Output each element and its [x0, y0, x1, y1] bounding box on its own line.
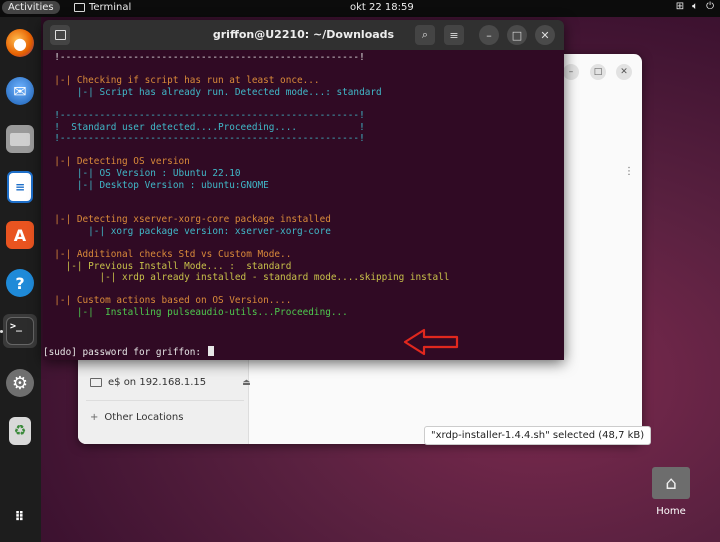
dock-item-help[interactable]: ?: [3, 266, 37, 300]
menu-button[interactable]: ≡: [444, 25, 464, 45]
power-icon: ⏻: [706, 1, 714, 12]
sidebar-item-label: e$ on 192.168.1.15: [108, 377, 207, 388]
terminal-line: |-| Installing pulseaudio-utils...Procee…: [43, 307, 348, 319]
terminal-line: !---------------------------------------…: [43, 52, 365, 63]
sidebar-item-network-share[interactable]: e$ on 192.168.1.15 ⏏: [90, 377, 251, 388]
terminal-line: !---------------------------------------…: [43, 109, 365, 121]
eject-icon[interactable]: ⏏: [242, 378, 251, 388]
volume-icon: 🔈︎: [692, 1, 699, 12]
terminal-line: |-| Additional checks Std vs Custom Mode…: [43, 249, 292, 261]
dock-item-settings[interactable]: ⚙: [3, 366, 37, 400]
search-button[interactable]: ⌕: [415, 25, 435, 45]
terminal-line: |-| xorg package version: xserver-xorg-c…: [43, 225, 331, 237]
dock-item-trash[interactable]: ♻: [3, 414, 37, 448]
sidebar-item-other-locations[interactable]: + Other Locations: [90, 412, 183, 423]
show-apps-button[interactable]: ⠿: [3, 500, 37, 534]
dock-item-terminal[interactable]: >_: [3, 314, 37, 348]
folder-icon: [90, 378, 102, 387]
home-folder-icon: ⌂: [652, 467, 690, 499]
terminal-line: |-| Desktop Version : ubuntu:GNOME: [43, 179, 269, 191]
clock[interactable]: okt 22 18:59: [350, 2, 414, 13]
terminal-line: |-| Previous Install Mode... : standard: [43, 260, 292, 272]
terminal-window[interactable]: griffon@U2210: ~/Downloads ⌕ ≡ – □ ✕ !--…: [43, 20, 564, 360]
annotation-arrow-icon: [403, 328, 459, 356]
document-icon: ≡: [7, 171, 33, 203]
terminal-header-bar[interactable]: griffon@U2210: ~/Downloads ⌕ ≡ – □ ✕: [43, 20, 564, 50]
terminal-line: |-| Checking if script has run at least …: [43, 75, 320, 87]
running-indicator: [0, 330, 3, 333]
terminal-prompt[interactable]: [sudo] password for griffon:: [43, 346, 214, 358]
help-icon: ?: [6, 269, 34, 297]
mail-icon: ✉: [6, 77, 34, 105]
hide-sidebar-icon[interactable]: ⋮: [624, 166, 634, 177]
gear-icon: ⚙: [6, 369, 34, 397]
text-cursor: [207, 346, 214, 356]
hamburger-icon: ≡: [449, 28, 459, 42]
store-icon: A: [6, 221, 34, 249]
plus-icon: +: [90, 412, 99, 423]
search-icon: ⌕: [421, 28, 429, 41]
dock-item-files[interactable]: [3, 122, 37, 156]
terminal-output[interactable]: !---------------------------------------…: [43, 52, 449, 319]
files-maximize-button[interactable]: □: [590, 64, 606, 80]
terminal-line: ! Standard user detected....Proceeding..…: [43, 121, 365, 133]
apps-grid-icon: ⠿: [14, 509, 26, 525]
app-name: Terminal: [89, 2, 132, 13]
terminal-line: |-| Script has already run. Detected mod…: [43, 86, 382, 98]
minimize-button[interactable]: –: [479, 25, 499, 45]
files-minimize-button[interactable]: –: [563, 64, 579, 80]
dock: ● ✉ ≡ A ? >_ ⚙ ♻ ⠿: [0, 17, 41, 542]
minimize-icon: –: [486, 28, 492, 42]
terminal-icon: >_: [6, 317, 34, 345]
close-button[interactable]: ✕: [535, 25, 555, 45]
selection-status: "xrdp-installer-1.4.4.sh" selected (48,7…: [424, 426, 652, 445]
terminal-line: |-| Detecting xserver-xorg-core package …: [43, 214, 331, 226]
prompt-text: [sudo] password for griffon:: [43, 347, 207, 358]
sidebar-divider: [86, 400, 244, 401]
desktop-home-shortcut[interactable]: ⌂ Home: [649, 467, 693, 517]
firefox-icon: ●: [6, 29, 34, 57]
terminal-line: |-| Detecting OS version: [43, 156, 190, 168]
app-menu[interactable]: Terminal: [74, 2, 131, 13]
dock-item-thunderbird[interactable]: ✉: [3, 74, 37, 108]
terminal-line: |-| xrdp already installed - standard mo…: [43, 272, 450, 284]
terminal-line: |-| OS Version : Ubuntu 22.10: [43, 167, 241, 179]
top-bar: Activities Terminal okt 22 18:59 ⊞ 🔈︎ ⏻: [0, 0, 720, 17]
sidebar-item-label: Other Locations: [104, 412, 184, 423]
dock-item-writer[interactable]: ≡: [3, 170, 37, 204]
files-close-button[interactable]: ✕: [616, 64, 632, 80]
close-icon: ✕: [540, 28, 550, 42]
activities-button[interactable]: Activities: [2, 1, 60, 14]
terminal-line: |-| Custom actions based on OS Version..…: [43, 295, 292, 307]
trash-icon: ♻: [9, 417, 31, 445]
dock-item-software[interactable]: A: [3, 218, 37, 252]
terminal-icon: [74, 3, 85, 12]
terminal-line: !---------------------------------------…: [43, 133, 365, 145]
dock-item-firefox[interactable]: ●: [3, 26, 37, 60]
system-tray[interactable]: ⊞ 🔈︎ ⏻: [676, 1, 714, 12]
folder-icon: [6, 125, 34, 153]
network-icon: ⊞: [675, 1, 685, 12]
maximize-icon: □: [511, 28, 523, 42]
maximize-button[interactable]: □: [507, 25, 527, 45]
home-label: Home: [656, 506, 686, 517]
